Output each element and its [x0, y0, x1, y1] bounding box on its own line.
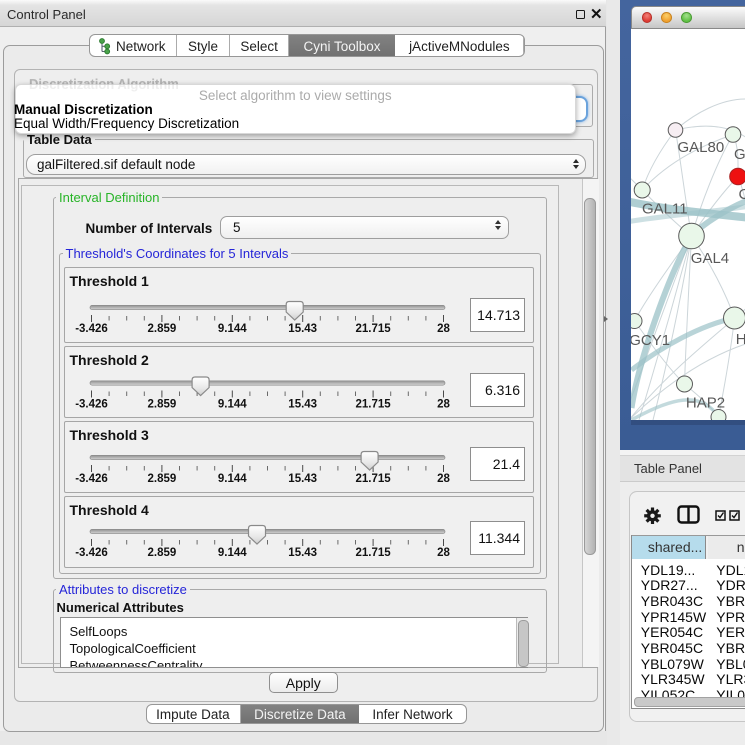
svg-text:21.715: 21.715 — [355, 473, 391, 485]
svg-text:9.144: 9.144 — [217, 473, 246, 485]
svg-text:-3.426: -3.426 — [75, 547, 108, 559]
svg-text:15.43: 15.43 — [288, 398, 317, 410]
svg-text:2.859: 2.859 — [147, 547, 176, 559]
svg-text:15.43: 15.43 — [288, 473, 317, 485]
svg-text:28: 28 — [437, 473, 450, 485]
svg-text:2.859: 2.859 — [147, 398, 176, 410]
svg-text:15.43: 15.43 — [288, 547, 317, 559]
svg-text:-3.426: -3.426 — [75, 398, 108, 410]
svg-text:C: C — [738, 186, 745, 203]
svg-text:28: 28 — [437, 398, 450, 410]
svg-text:HAP2: HAP2 — [685, 395, 724, 412]
svg-text:GAL4: GAL4 — [690, 250, 728, 267]
svg-text:9.144: 9.144 — [217, 398, 246, 410]
svg-text:28: 28 — [437, 323, 450, 335]
svg-text:H: H — [735, 331, 745, 348]
svg-text:-3.426: -3.426 — [75, 473, 108, 485]
svg-text:9.144: 9.144 — [217, 547, 246, 559]
svg-text:21.715: 21.715 — [355, 547, 391, 559]
svg-text:2.859: 2.859 — [147, 323, 176, 335]
svg-text:21.715: 21.715 — [355, 398, 391, 410]
svg-text:9.144: 9.144 — [217, 323, 246, 335]
svg-text:GAL80: GAL80 — [677, 139, 724, 156]
svg-text:21.715: 21.715 — [355, 323, 391, 335]
svg-text:15.43: 15.43 — [288, 323, 317, 335]
svg-text:GCY1: GCY1 — [631, 332, 670, 349]
svg-text:28: 28 — [437, 547, 450, 559]
svg-text:2.859: 2.859 — [147, 473, 176, 485]
svg-text:-3.426: -3.426 — [75, 323, 108, 335]
svg-text:GA: GA — [734, 146, 745, 163]
svg-text:GAL11: GAL11 — [642, 201, 688, 218]
